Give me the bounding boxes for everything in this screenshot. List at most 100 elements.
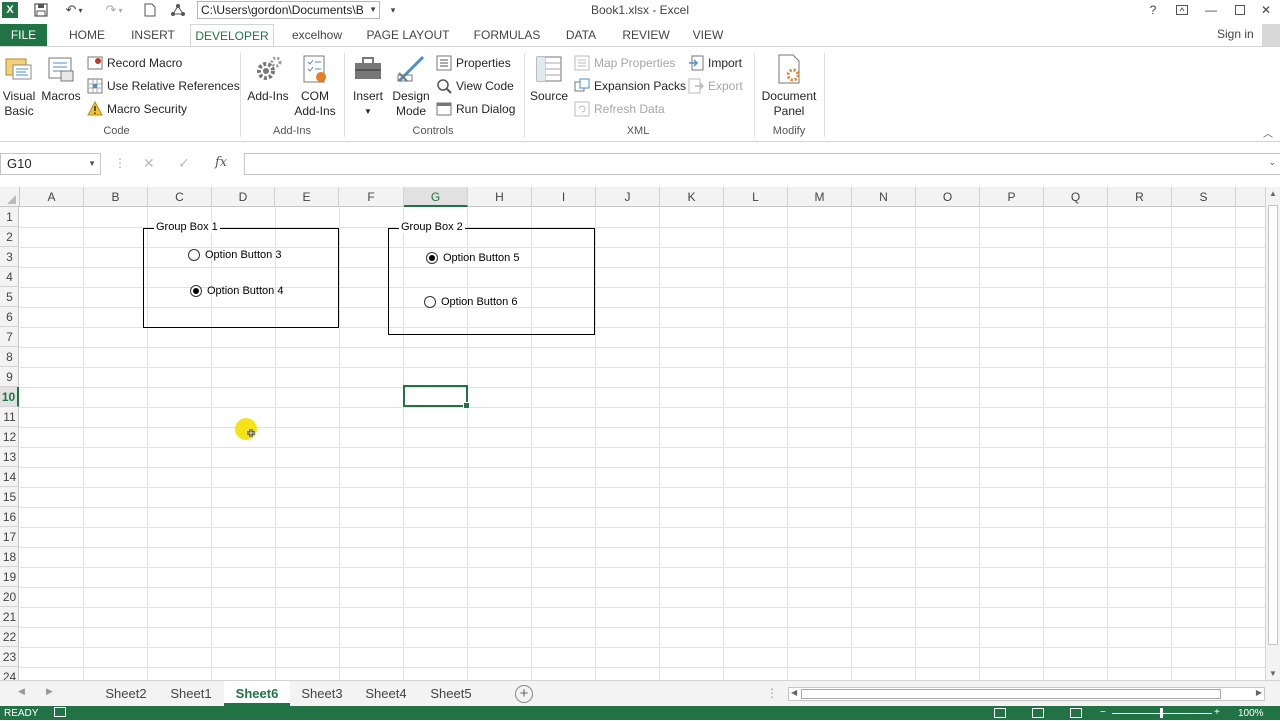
column-header-a[interactable]: A	[20, 187, 84, 207]
row-header-18[interactable]: 18	[0, 547, 19, 567]
scroll-sheets-right-icon[interactable]: ▶	[46, 686, 53, 697]
row-header-12[interactable]: 12	[0, 427, 19, 447]
option-button-6[interactable]: Option Button 6	[424, 296, 517, 308]
column-header-l[interactable]: L	[724, 187, 788, 207]
row-header-1[interactable]: 1	[0, 207, 19, 227]
row-header-16[interactable]: 16	[0, 507, 19, 527]
row-header-23[interactable]: 23	[0, 647, 19, 667]
column-header-s[interactable]: S	[1172, 187, 1236, 207]
enter-icon[interactable]: ✓	[178, 155, 190, 172]
macro-security-button[interactable]: Macro Security	[87, 99, 187, 119]
row-header-15[interactable]: 15	[0, 487, 19, 507]
sign-in-link[interactable]: Sign in	[1217, 27, 1254, 41]
resize-handle-icon[interactable]: ⋮	[114, 156, 126, 170]
document-location-box[interactable]: C:\Users\gordon\Documents\B ▼	[197, 1, 380, 19]
expansion-packs-button[interactable]: Expansion Packs	[574, 76, 686, 96]
scroll-right-icon[interactable]: ▶	[1256, 688, 1262, 697]
column-header-q[interactable]: Q	[1044, 187, 1108, 207]
scroll-down-icon[interactable]: ▼	[1269, 669, 1277, 678]
row-header-7[interactable]: 7	[0, 327, 19, 347]
column-header-b[interactable]: B	[84, 187, 148, 207]
macros-button[interactable]: Macros	[40, 53, 82, 104]
zoom-in-icon[interactable]: +	[1214, 706, 1220, 720]
design-mode-button[interactable]: Design Mode	[390, 53, 432, 119]
column-header-j[interactable]: J	[596, 187, 660, 207]
tab-home[interactable]: HOME	[60, 24, 114, 46]
map-properties-button[interactable]: Map Properties	[574, 53, 675, 73]
use-relative-references-button[interactable]: Use Relative References	[87, 76, 240, 96]
column-header-e[interactable]: E	[275, 187, 339, 207]
row-header-22[interactable]: 22	[0, 627, 19, 647]
save-icon[interactable]	[30, 0, 52, 20]
scroll-left-icon[interactable]: ◀	[791, 688, 797, 697]
export-button[interactable]: Export	[688, 76, 743, 96]
scroll-sheets-left-icon[interactable]: ◀	[18, 686, 25, 697]
sheet-tab-sheet5[interactable]: Sheet5	[420, 681, 482, 706]
row-header-4[interactable]: 4	[0, 267, 19, 287]
new-document-icon[interactable]	[140, 0, 160, 20]
column-header-r[interactable]: R	[1108, 187, 1172, 207]
select-all-button[interactable]	[0, 187, 20, 207]
row-header-14[interactable]: 14	[0, 467, 19, 487]
column-header-f[interactable]: F	[339, 187, 404, 207]
insert-function-icon[interactable]: fx	[215, 155, 227, 170]
collapse-ribbon-icon[interactable]: ︿	[1263, 125, 1273, 140]
import-button[interactable]: Import	[688, 53, 742, 73]
group-box-2[interactable]: Group Box 2 Option Button 5 Option Butto…	[388, 221, 595, 335]
page-break-view-icon[interactable]	[1070, 708, 1082, 718]
customize-toolbar-icon[interactable]: ▾	[386, 0, 400, 20]
tab-developer[interactable]: DEVELOPER	[190, 24, 274, 47]
row-header-5[interactable]: 5	[0, 287, 19, 307]
maximize-icon[interactable]	[1226, 0, 1254, 20]
com-add-ins-button[interactable]: COM Add-Ins	[292, 53, 338, 119]
row-header-9[interactable]: 9	[0, 367, 19, 387]
help-button[interactable]: ?	[1139, 0, 1167, 20]
redo-icon[interactable]: ↷ ▾	[98, 0, 130, 20]
name-box[interactable]: G10 ▼	[0, 153, 101, 175]
network-icon[interactable]	[167, 0, 189, 20]
normal-view-icon[interactable]	[994, 708, 1006, 718]
row-header-21[interactable]: 21	[0, 607, 19, 627]
avatar[interactable]	[1262, 24, 1280, 46]
properties-button[interactable]: Properties	[436, 53, 511, 73]
zoom-slider-thumb[interactable]	[1160, 708, 1163, 718]
vertical-scroll-thumb[interactable]	[1268, 205, 1278, 645]
tab-excelhow[interactable]: excelhow	[282, 24, 352, 46]
record-macro-button[interactable]: Record Macro	[87, 53, 182, 73]
column-header-c[interactable]: C	[148, 187, 212, 207]
tab-data[interactable]: DATA	[558, 24, 604, 46]
row-header-20[interactable]: 20	[0, 587, 19, 607]
row-header-19[interactable]: 19	[0, 567, 19, 587]
sheet-tab-sheet6[interactable]: Sheet6	[224, 681, 290, 706]
source-button[interactable]: Source	[528, 53, 570, 104]
option-button-4[interactable]: Option Button 4	[190, 285, 283, 297]
macro-recording-icon[interactable]	[54, 707, 66, 717]
cancel-icon[interactable]: ✕	[143, 155, 155, 172]
column-header-d[interactable]: D	[212, 187, 275, 207]
row-header-17[interactable]: 17	[0, 527, 19, 547]
column-header-h[interactable]: H	[468, 187, 532, 207]
scroll-up-icon[interactable]: ▲	[1269, 189, 1277, 198]
tab-review[interactable]: REVIEW	[616, 24, 676, 46]
new-sheet-button[interactable]: +	[515, 685, 533, 703]
minimize-icon[interactable]: —	[1197, 0, 1225, 20]
expand-formula-bar-icon[interactable]: ⌄	[1268, 157, 1276, 168]
sheet-tab-sheet3[interactable]: Sheet3	[292, 681, 352, 706]
tab-view[interactable]: VIEW	[686, 24, 730, 46]
column-header-k[interactable]: K	[660, 187, 724, 207]
sheet-tab-sheet2[interactable]: Sheet2	[96, 681, 156, 706]
document-panel-button[interactable]: Document Panel	[758, 53, 820, 119]
row-header-6[interactable]: 6	[0, 307, 19, 327]
add-ins-button[interactable]: Add-Ins	[244, 53, 292, 104]
row-header-3[interactable]: 3	[0, 247, 19, 267]
column-header-m[interactable]: M	[788, 187, 852, 207]
vertical-scrollbar[interactable]: ▲ ▼	[1265, 187, 1280, 680]
column-header-i[interactable]: I	[532, 187, 596, 207]
tab-split-handle-icon[interactable]: ⋮	[766, 686, 778, 700]
column-header-n[interactable]: N	[852, 187, 916, 207]
row-header-8[interactable]: 8	[0, 347, 19, 367]
tab-formulas[interactable]: FORMULAS	[468, 24, 546, 46]
view-code-button[interactable]: View Code	[436, 76, 514, 96]
option-button-5[interactable]: Option Button 5	[426, 252, 519, 264]
row-header-24[interactable]: 24	[0, 667, 19, 680]
